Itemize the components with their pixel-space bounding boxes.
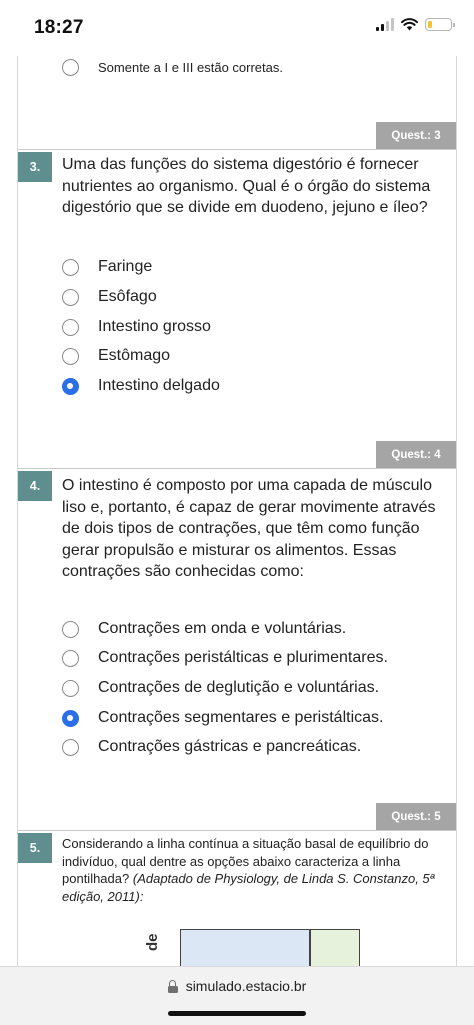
radio-button-selected[interactable]	[62, 709, 79, 727]
option-contracoes-degluticao[interactable]: Contrações de deglutição e voluntárias.	[62, 677, 379, 699]
option-contracoes-peristalticas[interactable]: Contrações peristálticas e plurimentares…	[62, 647, 388, 669]
lock-icon	[167, 979, 178, 993]
figure-axis-label: de	[144, 933, 161, 951]
option-label: Esôfago	[98, 288, 157, 305]
option-label: Contrações gástricas e pancreáticas.	[98, 738, 362, 755]
option-label: Contrações segmentares e peristálticas.	[98, 709, 384, 726]
radio-button[interactable]	[62, 347, 79, 365]
question-text-5: Considerando a linha contínua a situação…	[62, 835, 454, 905]
question-number-3: 3.	[18, 152, 52, 182]
radio-button[interactable]	[62, 288, 79, 306]
option-label: Contrações peristálticas e plurimentares…	[98, 649, 388, 666]
divider	[18, 149, 456, 150]
divider	[18, 830, 456, 831]
radio-button-selected[interactable]	[62, 377, 79, 395]
option-label: Contrações em onda e voluntárias.	[98, 620, 347, 637]
battery-icon	[425, 18, 455, 31]
browser-bar: simulado.estacio.br	[0, 966, 474, 1025]
quiz-page: Somente a I e III estão corretas. Quest.…	[17, 56, 457, 966]
option-intestino-delgado[interactable]: Intestino delgado	[62, 375, 220, 397]
figure-panel-blue	[180, 929, 310, 966]
status-icons	[376, 18, 455, 31]
signal-icon	[376, 18, 394, 31]
radio-button[interactable]	[62, 58, 79, 76]
home-indicator[interactable]	[168, 1011, 306, 1016]
radio-button[interactable]	[62, 620, 79, 638]
status-bar: 18:27	[0, 0, 474, 56]
option-label: Intestino grosso	[98, 318, 211, 335]
option-contracoes-gastricas[interactable]: Contrações gástricas e pancreáticas.	[62, 736, 361, 758]
radio-button[interactable]	[62, 679, 79, 697]
option-label: Somente a I e III estão corretas.	[98, 59, 283, 75]
radio-button[interactable]	[62, 649, 79, 667]
option-prev-last[interactable]: Somente a I e III estão corretas.	[62, 56, 283, 78]
option-contracoes-segmentares[interactable]: Contrações segmentares e peristálticas.	[62, 707, 383, 729]
quest-badge-3: Quest.: 3	[376, 122, 456, 149]
battery-level	[428, 21, 432, 28]
option-intestino-grosso[interactable]: Intestino grosso	[62, 316, 211, 338]
option-faringe[interactable]: Faringe	[62, 256, 152, 278]
radio-button[interactable]	[62, 318, 79, 336]
address-bar[interactable]: simulado.estacio.br	[0, 978, 474, 994]
option-label: Estômago	[98, 347, 171, 364]
radio-button[interactable]	[62, 258, 79, 276]
question-text-4: O intestino é composto por uma capada de…	[62, 477, 436, 580]
status-time: 18:27	[34, 17, 84, 38]
wifi-icon	[401, 18, 418, 31]
option-estomago[interactable]: Estômago	[62, 345, 170, 367]
radio-button[interactable]	[62, 738, 79, 756]
option-label: Contrações de deglutição e voluntárias.	[98, 679, 380, 696]
question-text-3: Uma das funções do sistema digestório é …	[62, 156, 431, 216]
quest-badge-4: Quest.: 4	[376, 441, 456, 468]
figure-panel-green	[310, 929, 360, 966]
quest-badge-5: Quest.: 5	[376, 803, 456, 830]
question-number-5: 5.	[18, 833, 52, 863]
option-contracoes-onda[interactable]: Contrações em onda e voluntárias.	[62, 618, 346, 640]
option-label: Faringe	[98, 258, 153, 275]
option-esofago[interactable]: Esôfago	[62, 286, 157, 308]
option-label: Intestino delgado	[98, 377, 220, 394]
url-text: simulado.estacio.br	[185, 978, 307, 994]
divider	[18, 468, 456, 469]
question-number-4: 4.	[18, 471, 52, 501]
